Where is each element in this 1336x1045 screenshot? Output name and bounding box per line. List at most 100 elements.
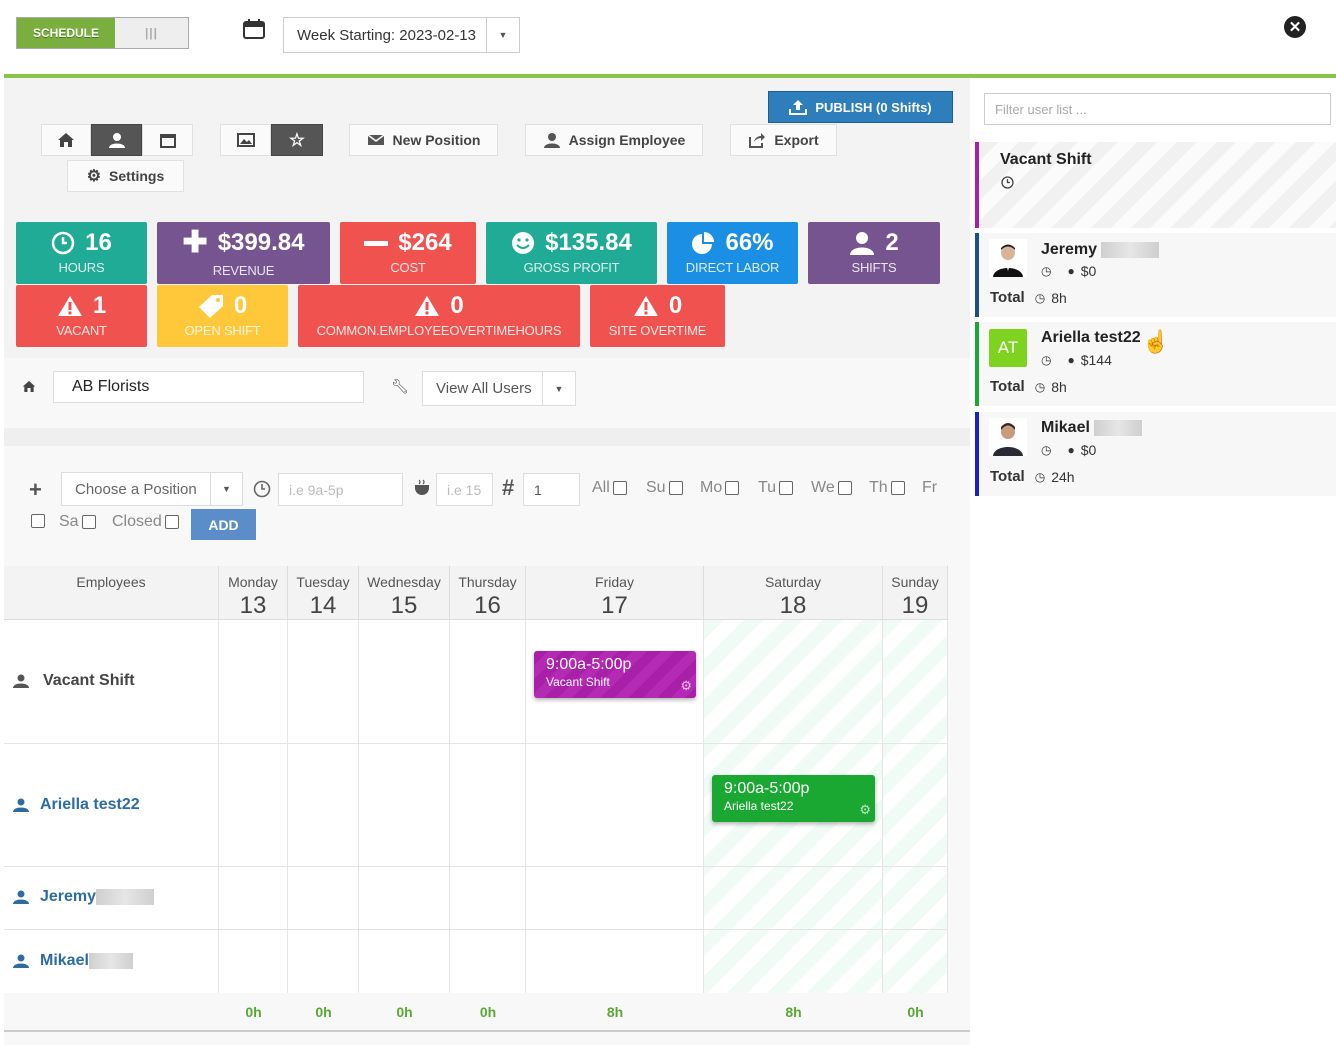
stat-direct-labor-label: DIRECT LABOR bbox=[685, 260, 780, 275]
filter-user-input[interactable]: Filter user list ... bbox=[984, 93, 1331, 125]
wrench-icon[interactable]: 🔧︎ bbox=[391, 378, 409, 395]
day-name: Thursday bbox=[458, 574, 517, 590]
stat-vacant-value: 1 bbox=[92, 292, 107, 319]
gear-icon[interactable]: ⚙ bbox=[680, 678, 692, 694]
day-closed[interactable]: Closed bbox=[112, 513, 179, 531]
gear-icon[interactable]: ⚙ bbox=[859, 802, 871, 818]
week-select[interactable]: Week Starting: 2023-02-13 ▼ bbox=[283, 17, 520, 53]
close-icon[interactable]: ✕ bbox=[1284, 16, 1306, 38]
user-card-vacant[interactable]: Vacant Shift bbox=[975, 142, 1336, 228]
user-card-total: 24h bbox=[1051, 468, 1075, 485]
location-input[interactable]: AB Florists bbox=[53, 371, 364, 403]
publish-label: PUBLISH (0 Shifts) bbox=[815, 99, 932, 115]
day-number: 17 bbox=[601, 592, 628, 619]
publish-button[interactable]: PUBLISH (0 Shifts) bbox=[768, 91, 953, 123]
schedule-toggle[interactable]: SCHEDULE ||| bbox=[16, 17, 189, 49]
day-th-checkbox[interactable] bbox=[890, 481, 905, 495]
add-button[interactable]: ADD bbox=[191, 509, 256, 540]
user-icon bbox=[13, 798, 29, 812]
table-row-ariella[interactable]: Ariella test22 bbox=[13, 796, 140, 814]
table-row-mikael[interactable]: Mikael bbox=[13, 952, 133, 970]
time-input[interactable]: i.e 9a-5p bbox=[278, 473, 403, 506]
employee-name: Vacant Shift bbox=[43, 672, 135, 689]
user-card-cost: $0 bbox=[1080, 442, 1097, 458]
export-button[interactable]: Export bbox=[730, 124, 837, 156]
day-sa[interactable]: Sa bbox=[59, 513, 96, 531]
stat-open-shift-label: OPEN SHIFT bbox=[184, 323, 261, 338]
bottom-border bbox=[4, 1030, 970, 1032]
settings-button[interactable]: ⚙ Settings bbox=[67, 160, 184, 192]
day-fr-checkbox[interactable] bbox=[31, 514, 45, 528]
export-label: Export bbox=[774, 132, 819, 148]
row-divider bbox=[4, 866, 948, 867]
stat-vacant-label: VACANT bbox=[56, 323, 107, 338]
day-mo[interactable]: Mo bbox=[700, 479, 740, 497]
position-select[interactable]: Choose a Position ▼ bbox=[61, 472, 243, 506]
weekend-column-sunday bbox=[883, 620, 948, 993]
total-monday: 0h bbox=[245, 1004, 262, 1020]
employee-view-button[interactable] bbox=[91, 124, 142, 156]
stat-gross-profit-label: GROSS PROFIT bbox=[523, 260, 620, 275]
users-select[interactable]: View All Users ▼ bbox=[422, 371, 576, 406]
day-all[interactable]: All bbox=[592, 479, 627, 497]
calendar-icon[interactable] bbox=[243, 18, 265, 40]
stat-cost-label: COST bbox=[390, 260, 426, 275]
envelope-icon bbox=[367, 134, 384, 145]
plus-icon: + bbox=[29, 477, 42, 502]
image-view-button[interactable] bbox=[220, 124, 271, 156]
chevron-down-icon[interactable]: ▼ bbox=[210, 473, 242, 505]
day-sa-checkbox[interactable] bbox=[81, 515, 96, 529]
stat-revenue-value: $399.84 bbox=[217, 229, 305, 256]
money-icon: ● bbox=[1067, 264, 1075, 278]
shift-employee: Ariella test22 bbox=[724, 799, 794, 813]
schedule-toggle-off[interactable]: ||| bbox=[115, 18, 188, 48]
export-icon bbox=[749, 133, 766, 148]
tag-icon bbox=[198, 295, 223, 318]
stat-employee-overtime: 0 COMMON.EMPLOYEEOVERTIMEHOURS bbox=[298, 285, 580, 347]
new-position-button[interactable]: New Position bbox=[349, 124, 498, 156]
stat-revenue-label: REVENUE bbox=[212, 263, 275, 278]
total-wednesday: 0h bbox=[396, 1004, 413, 1020]
header-employees-label: Employees bbox=[76, 574, 146, 590]
schedule-toggle-on[interactable]: SCHEDULE bbox=[17, 18, 115, 48]
assign-employee-button[interactable]: Assign Employee bbox=[525, 124, 703, 156]
stat-open-shift-value: 0 bbox=[233, 292, 248, 319]
user-icon bbox=[850, 232, 875, 255]
day-closed-checkbox[interactable] bbox=[164, 515, 179, 529]
clock-icon bbox=[253, 480, 271, 498]
user-card-name: Mikael bbox=[1041, 419, 1090, 436]
employee-name: Jeremy bbox=[40, 888, 97, 905]
calendar-view-button[interactable] bbox=[142, 124, 193, 156]
shift-time: 9:00a-5:00p bbox=[724, 780, 810, 797]
chevron-down-icon[interactable]: ▼ bbox=[486, 18, 519, 52]
user-card-ariella[interactable]: AT Ariella test22 ◷ ● $144 Total ◷ 8h ☝ bbox=[975, 322, 1336, 406]
stat-direct-labor-value: 66% bbox=[725, 229, 774, 256]
stat-employee-overtime-label: COMMON.EMPLOYEEOVERTIMEHOURS bbox=[316, 323, 562, 338]
day-all-checkbox[interactable] bbox=[612, 481, 627, 495]
stat-hours-label: HOURS bbox=[58, 260, 105, 275]
day-mo-checkbox[interactable] bbox=[725, 481, 740, 495]
chevron-down-icon[interactable]: ▼ bbox=[542, 372, 575, 405]
users-select-label: View All Users bbox=[436, 380, 532, 397]
user-card-jeremy[interactable]: Jeremy ◷ ● $0 Total ◷ 8h bbox=[975, 233, 1336, 317]
favorite-view-button[interactable]: ☆ bbox=[271, 124, 323, 156]
shift-card-ariella[interactable]: 9:00a-5:00p Ariella test22 ⚙ bbox=[712, 775, 875, 822]
day-su-label: Su bbox=[646, 479, 666, 496]
day-tu-checkbox[interactable] bbox=[779, 481, 794, 495]
day-name: Saturday bbox=[764, 574, 822, 590]
break-input[interactable]: i.e 15 bbox=[436, 473, 493, 506]
day-th-label: Th bbox=[869, 479, 888, 496]
day-we-checkbox[interactable] bbox=[837, 481, 852, 495]
day-su-checkbox[interactable] bbox=[668, 481, 683, 495]
warning-icon bbox=[633, 296, 658, 316]
table-row-jeremy[interactable]: Jeremy bbox=[13, 888, 155, 906]
day-th[interactable]: Th bbox=[869, 479, 905, 497]
thursday-column bbox=[450, 620, 526, 993]
shift-card-vacant[interactable]: 9:00a-5:00p Vacant Shift ⚙ bbox=[534, 651, 696, 698]
count-input[interactable]: 1 bbox=[523, 473, 580, 506]
home-view-button[interactable] bbox=[41, 124, 91, 156]
user-card-mikael[interactable]: Mikael ◷ ● $0 Total ◷ 24h bbox=[975, 412, 1336, 496]
day-su[interactable]: Su bbox=[646, 479, 683, 497]
day-we[interactable]: We bbox=[811, 479, 852, 497]
day-tu[interactable]: Tu bbox=[758, 479, 794, 497]
